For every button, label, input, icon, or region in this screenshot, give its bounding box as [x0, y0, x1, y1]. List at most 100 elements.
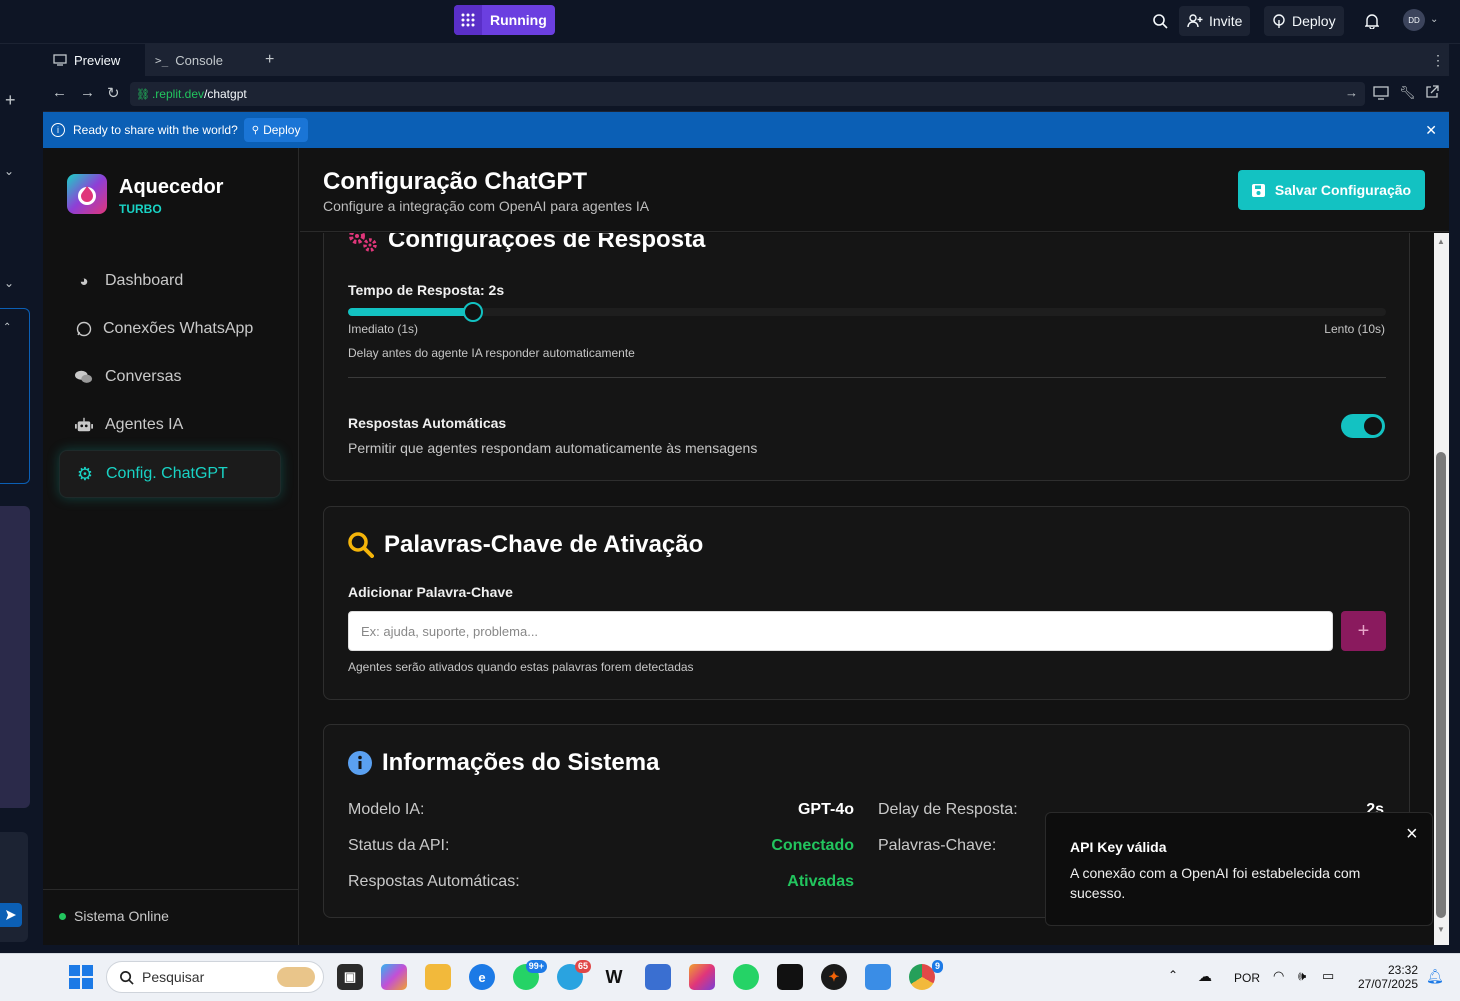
close-icon[interactable]: ✕	[1425, 122, 1437, 139]
card-title-text: Configurações de Resposta	[388, 233, 706, 253]
running-status-button[interactable]: Running	[454, 5, 555, 35]
flame-logo-icon	[67, 174, 107, 214]
avatar[interactable]: DD	[1403, 9, 1425, 31]
sidebar-item-config-chatgpt[interactable]: ⚙ Config. ChatGPT	[59, 450, 281, 498]
file-explorer-icon[interactable]	[425, 964, 451, 990]
toast-notification: API Key válida A conexão com a OpenAI fo…	[1045, 812, 1433, 926]
divider	[348, 377, 1386, 378]
chevron-down-icon[interactable]: ⌄	[1430, 14, 1438, 25]
info-label-delay: Delay de Resposta:	[878, 801, 1018, 818]
slider-fill	[348, 308, 473, 316]
w-app-icon[interactable]: W	[601, 964, 627, 990]
tray-chevron-up-icon[interactable]: ⌃	[1168, 968, 1178, 982]
scroll-up-icon[interactable]: ▲	[1437, 237, 1445, 246]
sidebar-item-conversas[interactable]: Conversas	[59, 353, 281, 401]
scroll-down-icon[interactable]: ▼	[1437, 925, 1445, 934]
toast-close-icon[interactable]: ×	[1406, 823, 1418, 846]
sidebar-item-label: Dashboard	[105, 272, 184, 289]
add-keyword-button[interactable]: +	[1341, 611, 1386, 651]
card-title: Configurações de Resposta	[348, 233, 705, 254]
wrench-icon[interactable]: 🔧︎	[1399, 85, 1416, 101]
invite-button[interactable]: Invite	[1179, 6, 1251, 36]
url-path: /chatgpt	[204, 87, 247, 101]
new-tab-button[interactable]: +	[255, 44, 284, 76]
telegram-icon[interactable]: 65	[557, 960, 591, 990]
search-icon[interactable]	[1144, 6, 1176, 36]
devices-icon[interactable]	[1373, 86, 1389, 105]
forward-arrow-icon[interactable]: →	[80, 84, 95, 101]
taskbar-search[interactable]: Pesquisar	[106, 961, 324, 993]
notepad-icon[interactable]	[865, 964, 891, 990]
battery-icon[interactable]: ▭	[1322, 968, 1334, 984]
tab-console[interactable]: >_ Console	[145, 44, 253, 76]
strip-chat-panel	[0, 506, 30, 808]
deploy-icon	[1273, 14, 1285, 28]
robot-icon	[75, 416, 93, 434]
reload-icon[interactable]: ↻	[107, 84, 120, 102]
sidebar-item-agentes[interactable]: Agentes IA	[59, 401, 281, 449]
taskbar-clock[interactable]: 23:32 27/07/2025	[1350, 963, 1418, 991]
whatsapp-icon[interactable]: 99+	[513, 960, 547, 990]
notification-bell-icon[interactable]: 🔔︎	[1426, 968, 1444, 985]
response-settings-card: Configurações de Resposta Tempo de Respo…	[323, 233, 1410, 481]
replit-glyph: ✦	[828, 969, 840, 984]
toast-title: API Key válida	[1070, 839, 1167, 855]
link-icon: ⛓	[136, 88, 150, 101]
chevron-up-icon[interactable]: ⌃	[3, 322, 11, 333]
open-external-icon[interactable]	[1425, 85, 1439, 104]
replit-icon[interactable]: ✦	[821, 964, 847, 990]
scrollbar-thumb[interactable]	[1436, 452, 1446, 918]
main-header: Configuração ChatGPT Configure a integra…	[300, 148, 1449, 232]
network-app-icon[interactable]	[645, 964, 671, 990]
copilot-icon[interactable]	[381, 964, 407, 990]
banner-deploy-button[interactable]: ⚲ Deploy	[243, 118, 309, 142]
slider-label: Tempo de Resposta: 2s	[348, 282, 505, 298]
windows-start-icon[interactable]	[69, 965, 93, 994]
send-icon[interactable]	[0, 903, 22, 927]
sidebar-item-dashboard[interactable]: ◕ Dashboard	[59, 257, 281, 305]
notifications-bell-icon[interactable]	[1357, 6, 1387, 36]
task-view-icon[interactable]: ▣	[337, 964, 363, 990]
slider-thumb[interactable]	[463, 302, 483, 322]
back-arrow-icon[interactable]: ←	[52, 84, 67, 101]
sidebar-item-whatsapp[interactable]: Conexões WhatsApp	[59, 305, 281, 353]
sidebar-item-label: Config. ChatGPT	[106, 465, 228, 482]
whatsapp-badge: 99+	[525, 960, 547, 973]
chevron-down-icon[interactable]: ⌄	[4, 164, 14, 178]
keyword-input[interactable]: Ex: ajuda, suporte, problema...	[348, 611, 1333, 651]
whatsapp-business-icon[interactable]	[733, 964, 759, 990]
deploy-button[interactable]: Deploy	[1264, 6, 1344, 36]
auto-replies-toggle[interactable]	[1341, 414, 1385, 438]
auto-replies-label: Respostas Automáticas	[348, 415, 507, 431]
url-input[interactable]: ⛓ .replit.dev /chatgpt	[130, 82, 1365, 106]
response-time-slider[interactable]	[348, 308, 1386, 316]
toast-message: A conexão com a OpenAI foi estabelecida …	[1070, 865, 1361, 901]
pane-tabs: Preview >_ Console + ⋮	[43, 44, 1449, 76]
photos-icon[interactable]	[689, 964, 715, 990]
save-config-button[interactable]: Salvar Configuração	[1238, 170, 1425, 210]
volume-icon[interactable]: 🕪︎	[1298, 968, 1306, 984]
go-arrow-icon[interactable]: →	[1345, 85, 1358, 100]
info-label-auto: Respostas Automáticas:	[348, 873, 520, 890]
status-text: Sistema Online	[74, 908, 169, 924]
search-placeholder: Pesquisar	[142, 969, 205, 985]
chrome-icon[interactable]: 9	[909, 960, 943, 990]
tab-preview[interactable]: Preview	[43, 44, 145, 76]
language-indicator[interactable]: POR	[1234, 971, 1260, 985]
slider-max-label: Lento (10s)	[1324, 322, 1385, 336]
edge-icon[interactable]: e	[469, 964, 495, 990]
wifi-icon[interactable]: ◠	[1273, 968, 1284, 984]
search-highlight-icon	[277, 967, 315, 987]
banner-deploy-label: Deploy	[263, 123, 301, 137]
card-title-text: Informações do Sistema	[382, 749, 660, 776]
chrome-badge: 9	[931, 960, 943, 973]
plus-icon[interactable]: +	[5, 90, 16, 111]
capcut-icon[interactable]	[777, 964, 803, 990]
keyword-label: Adicionar Palavra-Chave	[348, 584, 513, 600]
page-title: Configuração ChatGPT	[323, 168, 588, 195]
status-dot	[59, 912, 66, 920]
more-vertical-icon[interactable]: ⋮	[1421, 44, 1455, 76]
chevron-down-icon[interactable]: ⌄	[4, 276, 14, 290]
deploy-icon: ⚲	[251, 124, 260, 136]
onedrive-cloud-icon[interactable]: ☁	[1198, 968, 1212, 985]
